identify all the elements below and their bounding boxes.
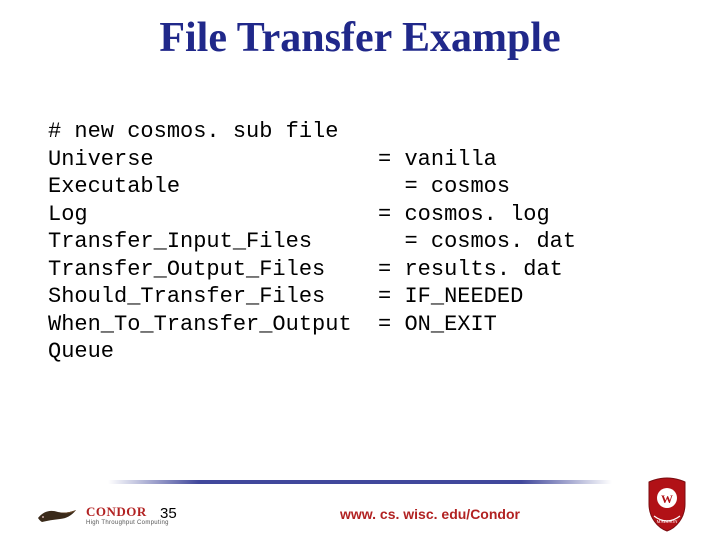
page-number: 35 <box>160 505 177 522</box>
code-line: Transfer_Output_Files = results. dat <box>48 257 563 282</box>
brand-subtext: High Throughput Computing <box>86 520 169 526</box>
eagle-icon <box>36 504 80 526</box>
code-line: Log = cosmos. log <box>48 202 550 227</box>
divider <box>108 480 612 484</box>
slide-footer: CONDOR High Throughput Computing 35 www.… <box>0 480 720 536</box>
footer-url: www. cs. wisc. edu/Condor <box>340 506 520 522</box>
code-line: When_To_Transfer_Output = ON_EXIT <box>48 312 497 337</box>
brand-text: CONDOR <box>86 504 169 520</box>
code-line: Queue <box>48 339 114 364</box>
code-line: # new cosmos. sub file <box>48 119 338 144</box>
slide-title: File Transfer Example <box>0 14 720 62</box>
condor-logo: CONDOR High Throughput Computing <box>36 504 169 526</box>
code-block: # new cosmos. sub file Universe = vanill… <box>48 118 720 366</box>
code-line: Should_Transfer_Files = IF_NEEDED <box>48 284 523 309</box>
wisconsin-crest-icon: W MADISON <box>644 476 690 532</box>
code-line: Executable = cosmos <box>48 174 510 199</box>
code-line: Transfer_Input_Files = cosmos. dat <box>48 229 576 254</box>
svg-text:W: W <box>661 492 673 506</box>
svg-text:MADISON: MADISON <box>656 519 678 524</box>
code-line: Universe = vanilla <box>48 147 497 172</box>
